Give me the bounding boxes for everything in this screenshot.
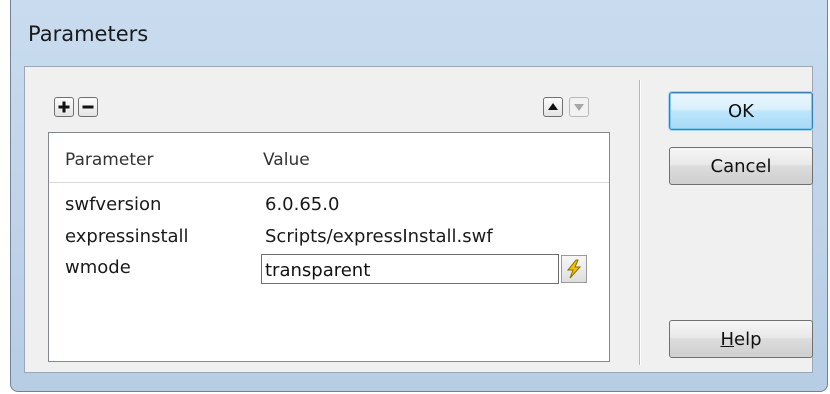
column-header-parameter[interactable]: Parameter xyxy=(65,150,153,170)
minus-icon xyxy=(82,105,94,109)
parameter-value-cell[interactable]: Scripts/expressInstall.swf xyxy=(265,226,493,247)
header-divider xyxy=(49,182,609,183)
parameters-table[interactable]: Parameter Value swfversion 6.0.65.0 expr… xyxy=(48,132,610,362)
remove-parameter-button[interactable] xyxy=(78,97,98,117)
dynamic-data-button[interactable] xyxy=(561,255,587,283)
title-bar[interactable]: Parameters xyxy=(11,0,827,66)
arrow-up-icon xyxy=(548,103,558,110)
parameters-dialog: Parameters Parameter Value swfversion 6.… xyxy=(10,0,828,392)
lightning-bolt-icon xyxy=(566,259,582,279)
column-header-value[interactable]: Value xyxy=(263,150,310,170)
help-button[interactable]: Help xyxy=(669,320,813,358)
help-label-rest: elp xyxy=(734,328,762,350)
move-down-button[interactable] xyxy=(569,97,589,117)
arrow-down-icon xyxy=(574,104,584,111)
cancel-button[interactable]: Cancel xyxy=(669,147,813,185)
add-parameter-button[interactable] xyxy=(54,97,74,117)
vertical-divider xyxy=(639,80,640,365)
plus-icon xyxy=(58,101,70,113)
parameter-value-input[interactable] xyxy=(261,254,559,284)
parameter-name-cell[interactable]: expressinstall xyxy=(65,226,189,247)
help-hotkey-letter: H xyxy=(720,328,735,350)
ok-button[interactable]: OK xyxy=(669,92,813,130)
parameter-name-cell[interactable]: swfversion xyxy=(65,194,161,215)
parameter-value-cell[interactable]: 6.0.65.0 xyxy=(265,194,339,215)
move-up-button[interactable] xyxy=(543,97,563,117)
parameter-name-cell[interactable]: wmode xyxy=(65,257,131,278)
dialog-title: Parameters xyxy=(28,22,149,46)
